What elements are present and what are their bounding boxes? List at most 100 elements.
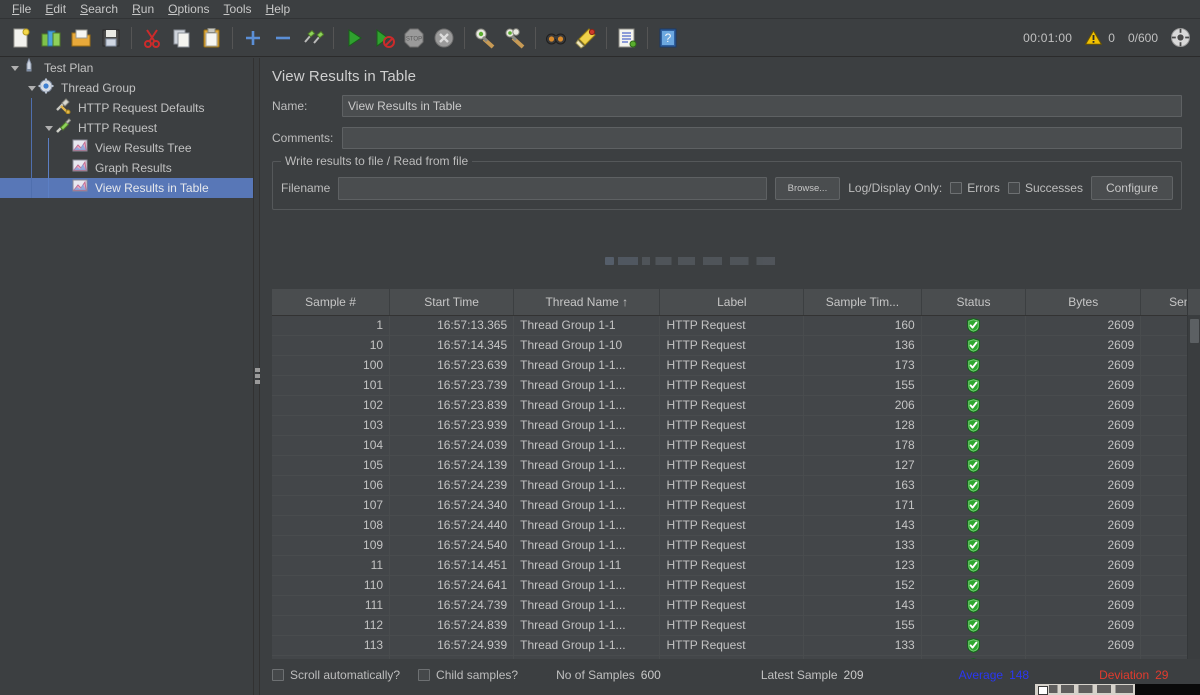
thread-group-icon	[38, 78, 58, 98]
scroll-automatically-checkbox-box	[272, 669, 284, 681]
menu-item-run[interactable]: Run	[125, 0, 161, 18]
table-row[interactable]: 107 16:57:24.340 Thread Group 1-1... HTTP R…	[272, 495, 1200, 516]
results-table-container[interactable]: Sample # Start Time Thread Name ↑ Label Samp…	[272, 289, 1200, 659]
table-row[interactable]: 106 16:57:24.239 Thread Group 1-1... HTTP R…	[272, 475, 1200, 496]
scrollbar-track[interactable]	[1188, 315, 1200, 659]
table-row[interactable]: 100 16:57:23.639 Thread Group 1-1... HTTP R…	[272, 355, 1200, 376]
menu-item-edit[interactable]: Edit	[38, 0, 73, 18]
toolbar-separator	[606, 26, 607, 49]
table-row[interactable]: 102 16:57:23.839 Thread Group 1-1... HTTP R…	[272, 395, 1200, 416]
successes-checkbox[interactable]: Successes	[1007, 181, 1083, 195]
cell-label: HTTP Request	[659, 335, 805, 356]
table-row[interactable]: 110 16:57:24.641 Thread Group 1-1... HTTP R…	[272, 575, 1200, 596]
filename-input[interactable]	[338, 176, 767, 200]
stop-icon[interactable]: STOP	[399, 23, 429, 53]
search-icon[interactable]	[541, 23, 571, 53]
tree-node-http-request[interactable]: HTTP Request	[0, 118, 253, 138]
scrollbar-thumb[interactable]	[1190, 319, 1199, 343]
cell-bytes: 2609	[1025, 355, 1142, 376]
menu-item-options[interactable]: Options	[161, 0, 216, 18]
paste-icon[interactable]	[197, 23, 227, 53]
tree-expander-open[interactable]	[8, 58, 21, 78]
help-icon[interactable]: ?	[653, 23, 683, 53]
svg-text:?: ?	[665, 31, 672, 45]
cell-time: 178	[803, 435, 922, 456]
expand-all-icon[interactable]	[238, 23, 268, 53]
tree-node-thread-group[interactable]: Thread Group	[0, 78, 253, 98]
open-icon[interactable]	[66, 23, 96, 53]
cell-label: HTTP Request	[659, 635, 805, 656]
log-display-only-label: Log/Display Only:	[848, 181, 943, 195]
configure-button[interactable]: Configure	[1090, 176, 1173, 200]
column-header-sample[interactable]: Sample #	[272, 289, 391, 316]
table-row[interactable]: 109 16:57:24.540 Thread Group 1-1... HTTP R…	[272, 535, 1200, 556]
tree-node-graph-results[interactable]: Graph Results	[0, 158, 253, 178]
test-plan-tree[interactable]: Test Plan Thread Group HTTP Request Defaul…	[0, 58, 253, 695]
tree-node-view-results-tree[interactable]: View Results Tree	[0, 138, 253, 158]
cell-status	[921, 375, 1027, 396]
scroll-automatically-checkbox[interactable]: Scroll automatically?	[272, 668, 400, 682]
menu-item-help[interactable]: Help	[259, 0, 298, 18]
table-row[interactable]: 104 16:57:24.039 Thread Group 1-1... HTTP R…	[272, 435, 1200, 456]
table-vertical-scrollbar[interactable]	[1187, 289, 1200, 659]
column-header-label[interactable]: Label	[659, 289, 805, 316]
tree-expander-open[interactable]	[42, 118, 55, 138]
cell-thread: Thread Group 1-1...	[513, 455, 661, 476]
table-row[interactable]: 113 16:57:24.939 Thread Group 1-1... HTTP R…	[272, 635, 1200, 656]
table-row[interactable]: 111 16:57:24.739 Thread Group 1-1... HTTP R…	[272, 595, 1200, 616]
menu-bar: File Edit Search Run Options Tools Help	[0, 0, 1200, 19]
start-no-pauses-icon[interactable]	[369, 23, 399, 53]
tree-guide-line	[31, 158, 32, 178]
clear-icon[interactable]	[470, 23, 500, 53]
new-icon[interactable]	[6, 23, 36, 53]
name-input[interactable]	[342, 95, 1182, 117]
templates-icon[interactable]	[36, 23, 66, 53]
collapse-all-icon[interactable]	[268, 23, 298, 53]
cut-icon[interactable]	[137, 23, 167, 53]
column-header-start[interactable]: Start Time	[389, 289, 515, 316]
table-row[interactable]: 101 16:57:23.739 Thread Group 1-1... HTTP R…	[272, 375, 1200, 396]
tree-node-test-plan[interactable]: Test Plan	[0, 58, 253, 78]
table-row[interactable]: 10 16:57:14.345 Thread Group 1-10 HTTP Requ…	[272, 335, 1200, 356]
cell-start: 16:57:24.139	[389, 455, 515, 476]
elapsed-time: 00:01:00	[1023, 30, 1073, 45]
comments-input[interactable]	[342, 127, 1182, 149]
column-header-status[interactable]: Status	[921, 289, 1027, 316]
tree-node-view-results-in-table[interactable]: View Results in Table	[0, 178, 253, 198]
cell-label: HTTP Request	[659, 575, 805, 596]
shutdown-icon[interactable]	[429, 23, 459, 53]
child-samples-checkbox[interactable]: Child samples?	[418, 668, 518, 682]
column-header-bytes[interactable]: Bytes	[1025, 289, 1142, 316]
start-icon[interactable]	[339, 23, 369, 53]
menu-item-file[interactable]: File	[5, 0, 38, 18]
save-icon[interactable]	[96, 23, 126, 53]
table-row[interactable]: 1 16:57:13.365 Thread Group 1-1 HTTP Reques…	[272, 315, 1200, 336]
cell-time: 133	[803, 535, 922, 556]
cell-sample: 101	[272, 375, 391, 396]
copy-icon[interactable]	[167, 23, 197, 53]
table-row[interactable]: 103 16:57:23.939 Thread Group 1-1... HTTP R…	[272, 415, 1200, 436]
menu-item-search[interactable]: Search	[73, 0, 125, 18]
table-row[interactable]: 11 16:57:14.451 Thread Group 1-11 HTTP Requ…	[272, 555, 1200, 576]
tree-expander-none	[42, 98, 55, 118]
tree-node-http-request-defaults[interactable]: HTTP Request Defaults	[0, 98, 253, 118]
thread-activity-icon[interactable]	[1171, 28, 1190, 47]
tree-expander-open[interactable]	[25, 78, 38, 98]
cell-sample: 100	[272, 355, 391, 376]
errors-checkbox[interactable]: Errors	[950, 181, 1000, 195]
warning-indicator[interactable]: 0	[1085, 30, 1115, 45]
browse-button[interactable]: Browse...	[774, 176, 841, 200]
table-row[interactable]: 105 16:57:24.139 Thread Group 1-1... HTTP R…	[272, 455, 1200, 476]
reset-search-icon[interactable]	[571, 23, 601, 53]
menu-item-tools[interactable]: Tools	[217, 0, 259, 18]
average: Average 148	[959, 668, 1030, 682]
toggle-icon[interactable]	[298, 23, 328, 53]
column-header-thread[interactable]: Thread Name ↑	[513, 289, 661, 316]
panel-splitter[interactable]	[253, 58, 260, 695]
clear-all-icon[interactable]	[500, 23, 530, 53]
table-row[interactable]: 108 16:57:24.440 Thread Group 1-1... HTTP R…	[272, 515, 1200, 536]
table-row[interactable]: 112 16:57:24.839 Thread Group 1-1... HTTP R…	[272, 615, 1200, 636]
function-helper-icon[interactable]	[612, 23, 642, 53]
column-header-time[interactable]: Sample Tim...	[803, 289, 922, 316]
cell-label: HTTP Request	[659, 355, 805, 376]
